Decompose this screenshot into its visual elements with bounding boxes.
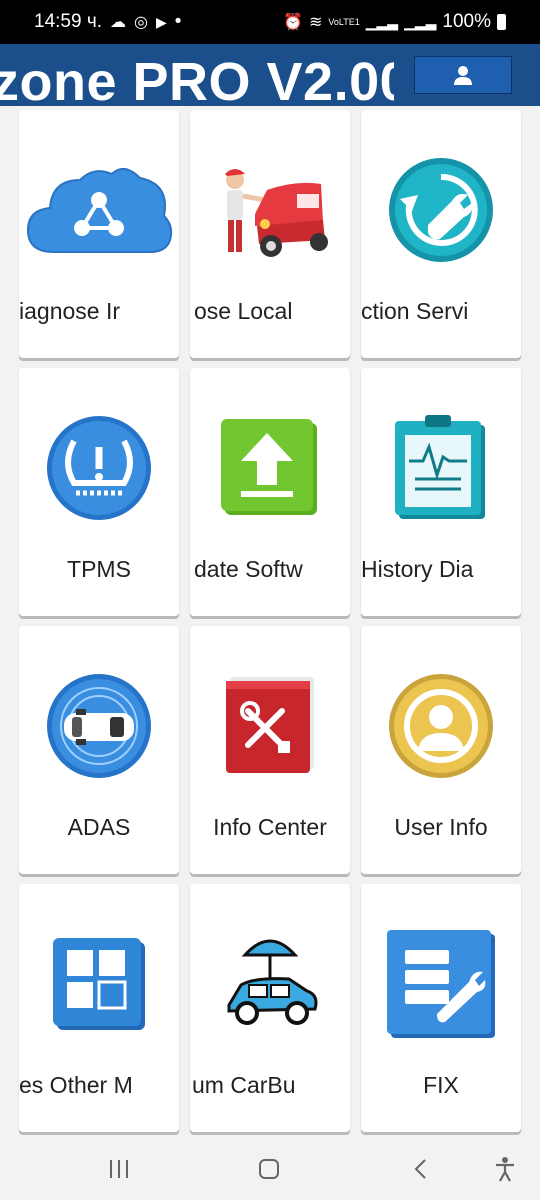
tile-local-diagnose[interactable]: ose Local — [190, 110, 350, 358]
tile-label: History Dia — [361, 556, 474, 582]
tile-other-modules[interactable]: es Other M — [19, 884, 179, 1132]
carbuy-umbrella-icon — [190, 914, 350, 1054]
system-nav-bar — [0, 1136, 540, 1200]
battery-text: 100% — [442, 11, 491, 32]
app-title: zone PRO V2.00 — [0, 52, 394, 106]
tile-service[interactable]: ction Servi — [361, 110, 521, 358]
tile-label: User Info — [394, 814, 488, 840]
adas-car-icon — [19, 656, 179, 796]
app-header: zone PRO V2.00 — [0, 44, 540, 106]
volte-icon: VoLTE1 — [328, 17, 360, 27]
recent-apps-icon — [110, 1160, 128, 1178]
person-icon — [454, 66, 472, 85]
back-button[interactable] — [406, 1154, 436, 1184]
tile-user-info[interactable]: User Info — [361, 626, 521, 874]
tile-carbuy[interactable]: um CarBu — [190, 884, 350, 1132]
tile-history[interactable]: History Dia — [361, 368, 521, 616]
youtube-icon: ▶ — [155, 13, 167, 30]
fix-settings-icon — [361, 914, 521, 1054]
alarm-icon: ⏰ — [283, 14, 303, 31]
tile-label: Info Center — [213, 814, 327, 840]
battery-icon — [497, 14, 506, 30]
tile-fix[interactable]: FIX — [361, 884, 521, 1132]
tile-adas[interactable]: ADAS — [19, 626, 179, 874]
back-icon — [414, 1159, 426, 1179]
tile-label: ADAS — [67, 814, 131, 840]
wifi-icon: ≋ — [309, 14, 323, 31]
function-grid: iagnose Ir ose Local ction Servi TPMS da… — [0, 106, 540, 1136]
tile-label: ose Local — [194, 298, 293, 324]
apps-grid-icon — [19, 914, 179, 1054]
mechanic-car-icon — [190, 140, 350, 280]
toolbook-icon — [190, 656, 350, 796]
viber-icon: ◎ — [134, 14, 148, 31]
signal2-icon: ▁▂▃ — [404, 13, 437, 30]
upload-update-icon — [190, 398, 350, 538]
tile-diagnose[interactable]: iagnose Ir — [19, 110, 179, 358]
dot-icon: • — [174, 11, 182, 32]
tile-label: ction Servi — [361, 298, 469, 324]
signal-icon: ▁▂▃ — [365, 13, 399, 30]
service-reset-icon — [361, 140, 521, 280]
recent-apps-button[interactable] — [104, 1154, 134, 1184]
tile-info-center[interactable]: Info Center — [190, 626, 350, 874]
cloud-icon: ☁ — [110, 14, 127, 31]
tile-tpms[interactable]: TPMS — [19, 368, 179, 616]
clipboard-history-icon — [361, 398, 521, 538]
tile-label: FIX — [423, 1072, 459, 1098]
tile-label: TPMS — [67, 556, 131, 582]
accessibility-button[interactable] — [490, 1154, 520, 1184]
tile-label: um CarBu — [192, 1072, 296, 1098]
tile-update[interactable]: date Softw — [190, 368, 350, 616]
user-profile-icon — [361, 656, 521, 796]
home-button[interactable] — [254, 1154, 284, 1184]
time-text: 14:59 ч. — [34, 11, 103, 32]
home-icon — [259, 1159, 279, 1179]
tile-label: date Softw — [194, 556, 303, 582]
tile-label: es Other M — [19, 1072, 133, 1098]
user-button[interactable] — [414, 56, 512, 94]
accessibility-icon — [496, 1157, 514, 1182]
status-bar: 14:59 ч. ☁ ◎ ▶ • ⏰ ≋ VoLTE1 ▁▂▃ ▁▂▃ 100% — [0, 0, 540, 44]
cloud-network-icon — [19, 140, 179, 280]
tpms-icon — [19, 398, 179, 538]
tile-label: iagnose Ir — [19, 298, 121, 324]
